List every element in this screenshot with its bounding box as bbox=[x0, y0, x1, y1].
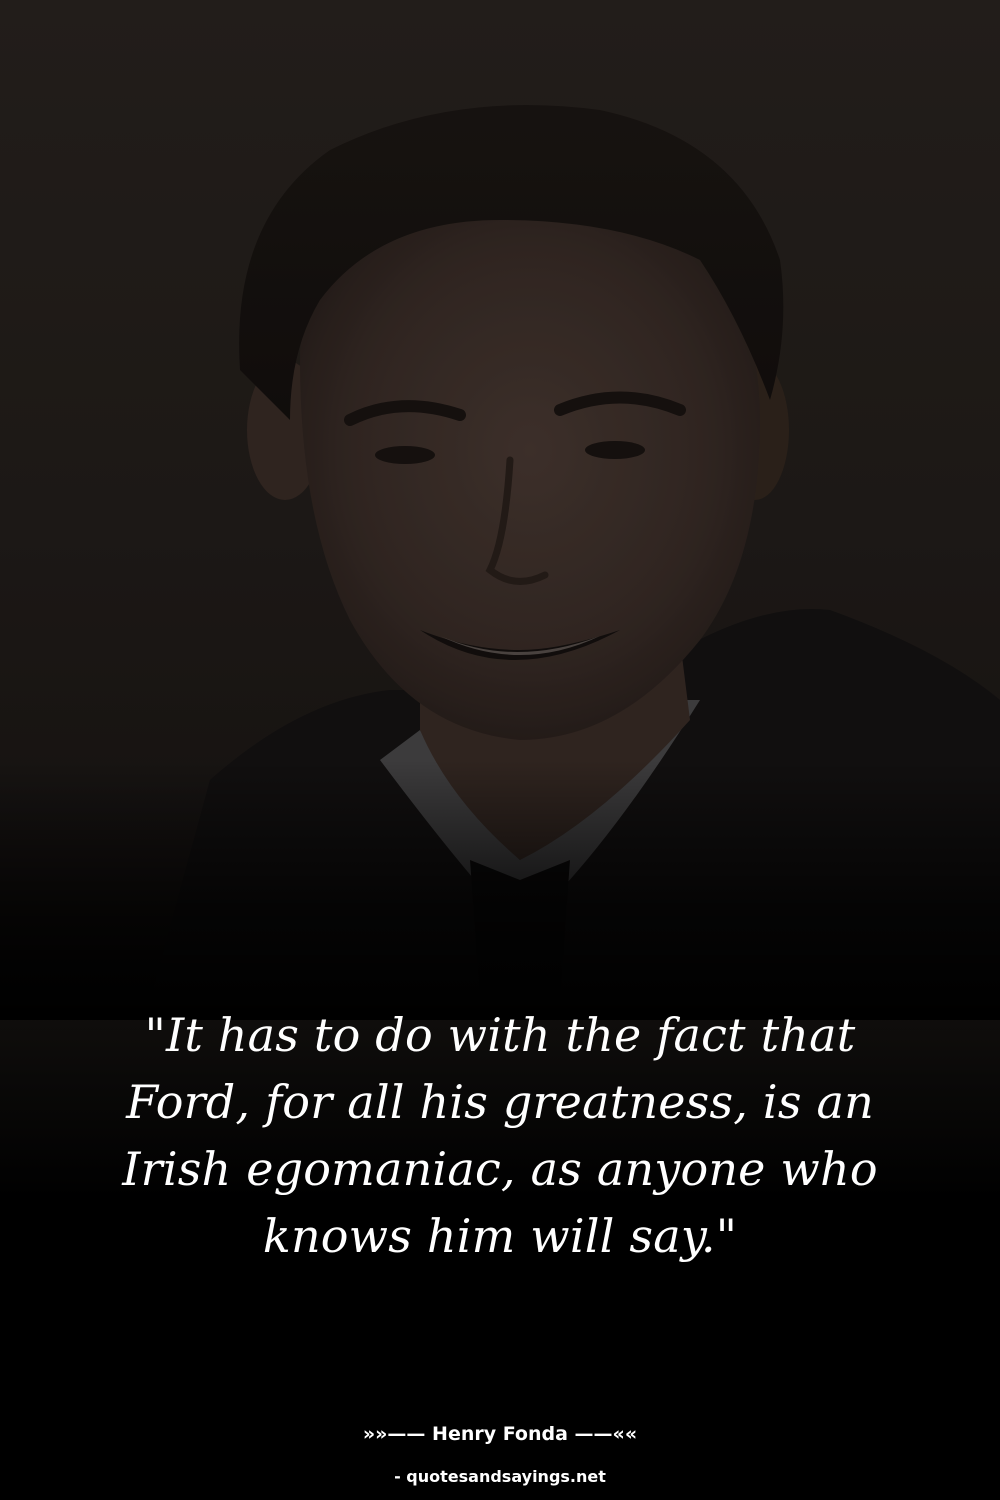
source-watermark: - quotesandsayings.net bbox=[394, 1467, 606, 1486]
author-attribution: »»—— Henry Fonda ——«« bbox=[362, 1423, 638, 1445]
quote-text: "It has to do with the fact that Ford, f… bbox=[122, 1008, 878, 1263]
bottom-fade bbox=[0, 760, 1000, 1020]
quote-card: "It has to do with the fact that Ford, f… bbox=[0, 0, 1000, 1500]
